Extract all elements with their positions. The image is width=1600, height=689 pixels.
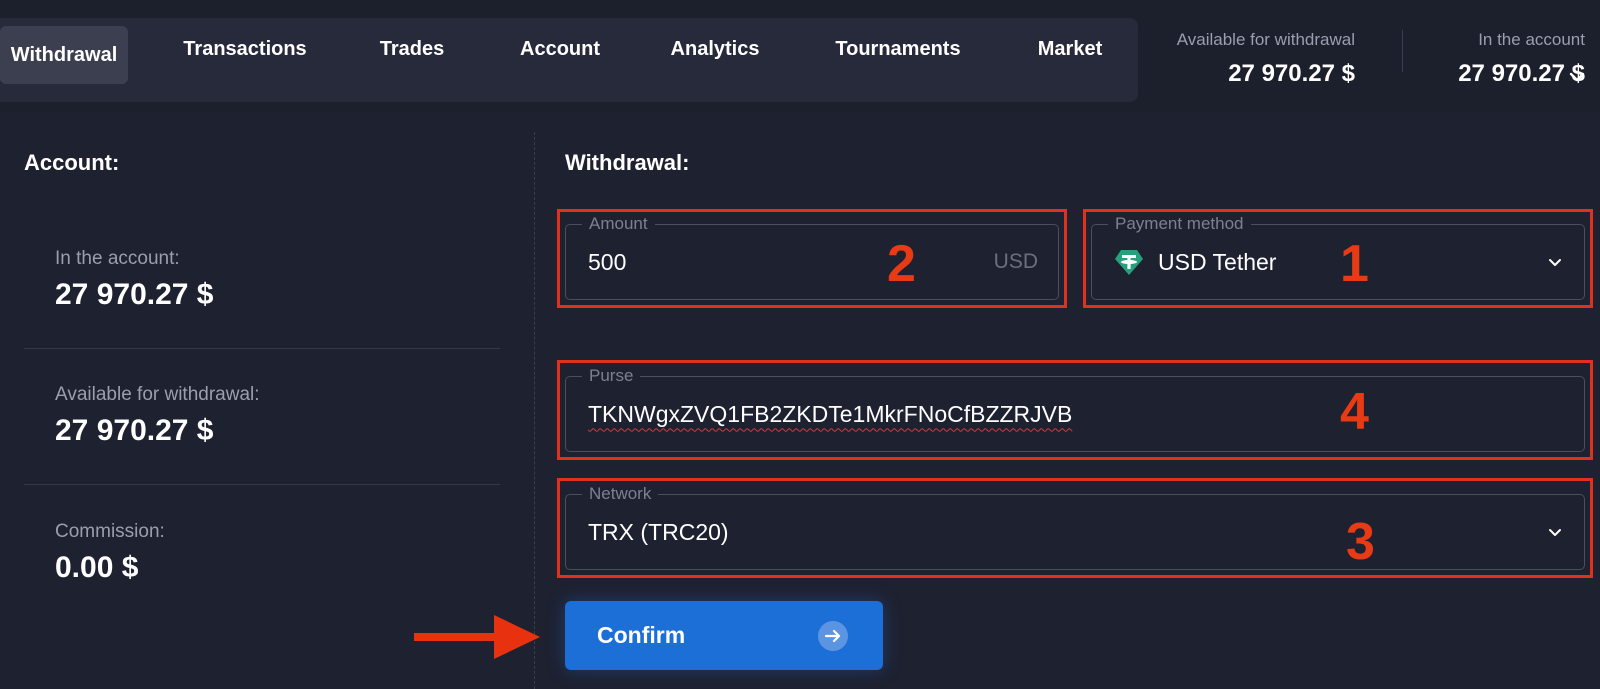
tab-analytics[interactable]: Analytics — [660, 18, 770, 80]
commission-value: 0.00 $ — [55, 551, 139, 584]
top-navigation: Withdrawal Transactions Trades Account A… — [0, 0, 1600, 112]
tab-trades[interactable]: Trades — [368, 18, 456, 80]
account-in-account: In the account: 27 970.27 $ — [55, 248, 213, 312]
chevron-down-icon[interactable] — [1566, 66, 1588, 88]
divider — [24, 484, 500, 485]
step-number-3: 3 — [1346, 513, 1375, 571]
confirm-label: Confirm — [597, 622, 686, 648]
header-available-value: 27 970.27 $ — [1228, 60, 1355, 87]
panel-separator — [534, 132, 535, 689]
step-number-2: 2 — [887, 235, 916, 293]
tab-withdrawal[interactable]: Withdrawal — [0, 26, 128, 84]
step-number-4: 4 — [1340, 383, 1369, 441]
tab-tournaments[interactable]: Tournaments — [826, 18, 970, 80]
tab-bar: Withdrawal Transactions Trades Account A… — [0, 18, 1138, 102]
header-divider — [1402, 30, 1403, 72]
divider — [24, 348, 500, 349]
commission-label: Commission: — [55, 521, 165, 542]
header-in-account-label: In the account — [1478, 30, 1585, 49]
tab-transactions[interactable]: Transactions — [170, 18, 320, 80]
available-label: Available for withdrawal: — [55, 384, 260, 405]
header-available-balance: Available for withdrawal 27 970.27 $ — [1140, 30, 1355, 100]
withdrawal-heading: Withdrawal: — [565, 150, 690, 175]
header-account-balance: In the account 27 970.27 $ — [1420, 30, 1585, 100]
highlight-network — [557, 478, 1593, 578]
in-account-value: 27 970.27 $ — [55, 278, 214, 311]
account-commission: Commission: 0.00 $ — [55, 521, 165, 585]
arrow-right-icon — [818, 621, 848, 651]
highlight-purse — [557, 360, 1593, 460]
available-value: 27 970.27 $ — [55, 414, 214, 447]
highlight-payment-method — [1083, 209, 1593, 308]
highlight-amount — [557, 209, 1067, 308]
account-heading: Account: — [24, 150, 120, 175]
header-in-account-value: 27 970.27 $ — [1458, 60, 1585, 87]
in-account-label: In the account: — [55, 248, 180, 269]
confirm-button[interactable]: Confirm — [565, 601, 883, 670]
tab-account[interactable]: Account — [508, 18, 612, 80]
step-number-1: 1 — [1340, 235, 1369, 293]
account-available: Available for withdrawal: 27 970.27 $ — [55, 384, 260, 448]
tab-market[interactable]: Market — [1024, 18, 1116, 80]
header-available-label: Available for withdrawal — [1176, 30, 1355, 49]
pointer-arrow-icon — [414, 615, 540, 659]
